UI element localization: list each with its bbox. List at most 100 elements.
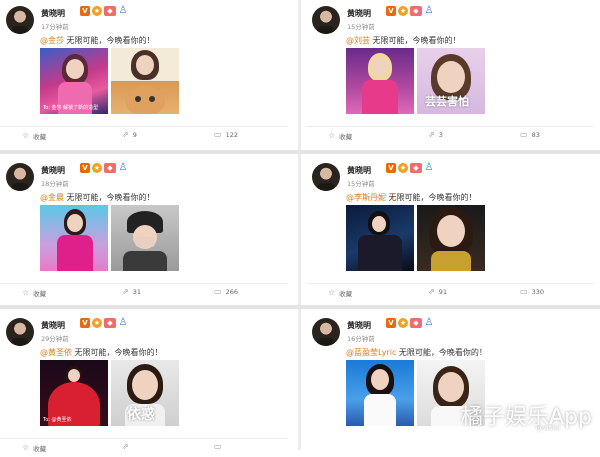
mention-link[interactable]: @金莎 [40, 36, 64, 45]
weibo-post: 黄晓明 V ★ ◆ ♙ 16分钟前 @蓝盈莹Lyric 无限可能，今晚看你的！ [306, 312, 594, 457]
repost-button[interactable]: ⇗ 9 [122, 131, 137, 140]
collect-button[interactable]: ☆ 收藏 [328, 131, 353, 142]
username[interactable]: 黄晓明 [347, 320, 371, 331]
post-time[interactable]: 15分钟前 [347, 21, 375, 31]
watermark: 橘子娱乐App [461, 405, 592, 430]
fans-icon: ♙ [118, 5, 128, 16]
user-badges: V ★ ◆ ♙ [386, 163, 434, 173]
avatar[interactable] [312, 318, 340, 346]
level-icon: ◆ [410, 318, 422, 328]
mention-link[interactable]: @黄圣依 [40, 348, 72, 357]
user-badges: V ★ ◆ ♙ [80, 163, 128, 173]
image-caption: To: @黄圣依 [43, 417, 72, 423]
user-badges: V ★ ◆ ♙ [386, 6, 434, 16]
post-text: @李斯丹妮 无限可能，今晚看你的！ [346, 192, 477, 203]
star-icon: ☆ [22, 443, 30, 452]
post-time[interactable]: 15分钟前 [347, 178, 375, 188]
username[interactable]: 黄晓明 [347, 165, 371, 176]
username[interactable]: 黄晓明 [41, 165, 65, 176]
post-image[interactable] [111, 48, 179, 114]
comment-icon: ▭ [214, 287, 222, 296]
row-divider [0, 305, 600, 309]
star-icon: ☆ [22, 288, 30, 297]
post-image[interactable] [40, 205, 108, 271]
star-icon: ☆ [328, 288, 336, 297]
comment-button[interactable]: ▭ 330 [520, 288, 544, 297]
comment-icon: ▭ [214, 130, 222, 139]
level-icon: ◆ [104, 318, 116, 328]
fans-icon: ♙ [424, 5, 434, 16]
comment-button[interactable]: ▭ 266 [214, 287, 238, 297]
action-bar: ☆ 收藏 ⇗ 91 ▭ 330 [306, 283, 594, 302]
collect-button[interactable]: ☆ 收藏 [22, 288, 47, 299]
verified-icon: V [80, 318, 90, 328]
repost-button[interactable]: ⇗ 31 [122, 288, 141, 297]
post-image[interactable]: To: 金莎 解锁了新的造型 [40, 48, 108, 114]
collect-button[interactable]: ☆ 收藏 [22, 443, 47, 454]
avatar[interactable] [312, 6, 340, 34]
image-caption: To: 金莎 解锁了新的造型 [43, 105, 99, 111]
post-body: 无限可能，今晚看你的！ [388, 193, 477, 202]
collect-label: 收藏 [339, 290, 353, 298]
repost-icon: ⇗ [428, 287, 435, 296]
collect-button[interactable]: ☆ 收藏 [22, 131, 47, 142]
collect-label: 收藏 [33, 290, 47, 298]
mention-link[interactable]: @金晨 [40, 193, 64, 202]
action-bar: ☆ 收藏 ⇗ 3 ▭ 83 [306, 126, 594, 145]
action-bar: ☆ 收藏 ⇗ 9 ▭ 122 [0, 126, 288, 145]
username[interactable]: 黄晓明 [347, 8, 371, 19]
post-text: @金晨 无限可能，今晚看你的！ [40, 192, 155, 203]
post-time[interactable]: 29分钟前 [41, 333, 69, 343]
avatar[interactable] [6, 318, 34, 346]
comment-count: 83 [531, 131, 540, 139]
comment-button[interactable]: ▭ 83 [520, 131, 540, 140]
post-image[interactable] [346, 48, 414, 114]
vip-icon: ★ [398, 6, 408, 16]
collect-label: 收藏 [33, 445, 47, 453]
row-divider [0, 150, 600, 154]
post-body: 无限可能，今晚看你的！ [66, 36, 155, 45]
avatar[interactable] [6, 6, 34, 34]
repost-button[interactable]: ⇗ 91 [428, 287, 447, 297]
mention-link[interactable]: @刘芸 [346, 36, 370, 45]
mention-link[interactable]: @蓝盈莹Lyric [346, 348, 396, 357]
verified-icon: V [80, 6, 90, 16]
repost-count: 31 [132, 288, 141, 296]
verified-icon: V [386, 318, 396, 328]
post-body: 无限可能，今晚看你的！ [398, 348, 487, 357]
post-image[interactable] [417, 205, 485, 271]
username[interactable]: 黄晓明 [41, 320, 65, 331]
mention-link[interactable]: @李斯丹妮 [346, 193, 386, 202]
post-image[interactable]: 依惑 [111, 360, 179, 426]
comment-button[interactable]: ▭ 122 [214, 130, 238, 140]
post-image[interactable]: To: @黄圣依 [40, 360, 108, 426]
post-text: @蓝盈莹Lyric 无限可能，今晚看你的！ [346, 347, 487, 358]
collect-label: 收藏 [33, 133, 47, 141]
verified-icon: V [386, 6, 396, 16]
post-image[interactable] [346, 360, 414, 426]
collect-button[interactable]: ☆ 收藏 [328, 288, 353, 299]
user-badges: V ★ ◆ ♙ [80, 6, 128, 16]
post-image[interactable]: 芸芸害怕 [417, 48, 485, 114]
post-time[interactable]: 16分钟前 [347, 333, 375, 343]
fans-icon: ♙ [118, 317, 128, 328]
comment-count: 266 [225, 288, 238, 296]
collect-label: 收藏 [339, 133, 353, 141]
repost-count: 9 [132, 131, 137, 139]
verified-icon: V [386, 163, 396, 173]
vip-icon: ★ [92, 6, 102, 16]
avatar[interactable] [6, 163, 34, 191]
post-time[interactable]: 17分钟前 [41, 21, 69, 31]
post-image[interactable] [111, 205, 179, 271]
post-images: To: 金莎 解锁了新的造型 [40, 48, 179, 114]
post-images: To: @黄圣依 依惑 [40, 360, 179, 426]
repost-button[interactable]: ⇗ 3 [428, 131, 443, 140]
column-divider [298, 0, 301, 450]
username[interactable]: 黄晓明 [41, 8, 65, 19]
post-time[interactable]: 18分钟前 [41, 178, 69, 188]
post-image[interactable] [346, 205, 414, 271]
level-icon: ◆ [410, 6, 422, 16]
avatar[interactable] [312, 163, 340, 191]
post-text: @金莎 无限可能，今晚看你的！ [40, 35, 155, 46]
vip-icon: ★ [92, 318, 102, 328]
